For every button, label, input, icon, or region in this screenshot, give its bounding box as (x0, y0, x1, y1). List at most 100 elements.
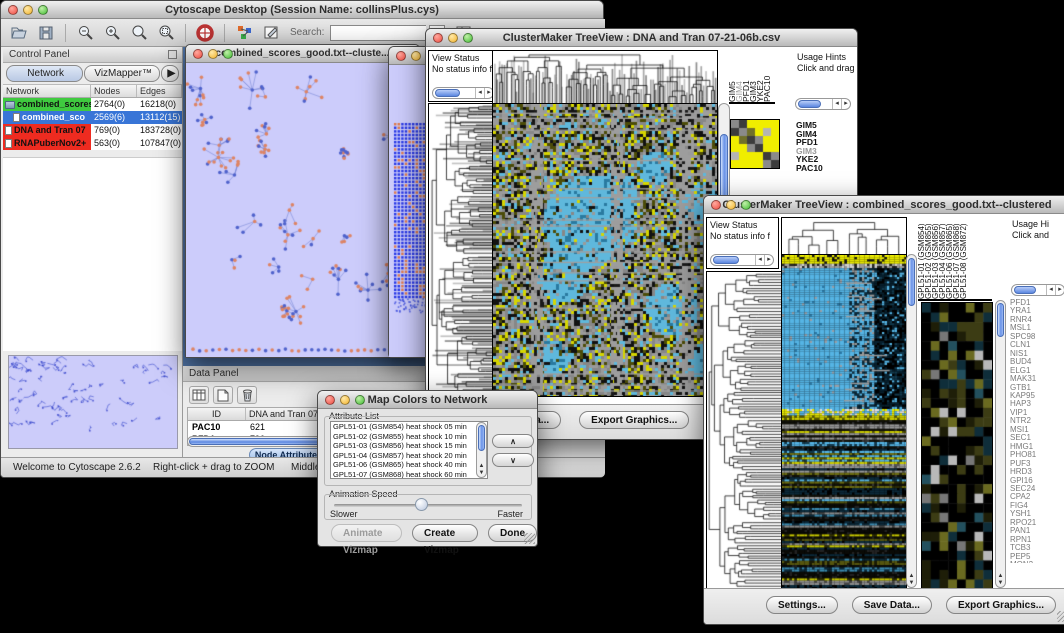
treeview-button[interactable]: Settings... (766, 596, 838, 614)
attribute-list-scrollbar[interactable]: ▲▼ (476, 422, 487, 478)
minimize-button[interactable] (23, 5, 33, 15)
attribute-list-item[interactable]: GPL51-02 (GSM855) heat shock 10 min (333, 432, 487, 442)
treeview-titlebar[interactable]: ClusterMaker TreeView : DNA and Tran 07-… (426, 29, 857, 47)
move-down-button[interactable]: ∨ (492, 453, 534, 467)
control-panel: Control Panel Network VizMapper™ ▶ (3, 47, 183, 459)
dialog-button[interactable]: Animate Vizmap (331, 524, 402, 542)
annotation-icon[interactable] (259, 22, 283, 44)
zoom-fit-icon[interactable] (127, 22, 151, 44)
network-view-window: combined_scores_good.txt--cluste... (185, 44, 420, 358)
gene-label[interactable]: MON2 (1010, 561, 1064, 563)
heatmap-zoom-view[interactable] (921, 302, 993, 590)
column-dendrogram[interactable] (492, 50, 718, 104)
attribute-list[interactable]: GPL51-01 (GSM854) heat shock 05 minGPL51… (330, 421, 488, 479)
network-list-row[interactable]: combined_sco 2569(6) 13112(15) (3, 111, 182, 124)
window-title: Cytoscape Desktop (Session Name: collins… (165, 4, 439, 16)
heatmap-global-view[interactable] (781, 254, 907, 590)
search-input[interactable] (330, 25, 426, 41)
usage-hints-scrollbar[interactable]: ◂▸ (1011, 284, 1064, 296)
treeview-button-bar: Settings... Save Data... Export Graphics..… (704, 588, 1064, 624)
zoom-window-button[interactable] (355, 395, 365, 405)
select-attributes-icon[interactable] (189, 386, 209, 404)
close-button[interactable] (396, 51, 406, 61)
zoom-column-labels: GIM5GIM4PFD1GIM3YKE2PAC10 (729, 50, 775, 104)
control-panel-tab[interactable]: Network (6, 65, 83, 82)
minimize-button[interactable] (208, 49, 218, 59)
column-label[interactable]: PAC10 (764, 50, 771, 102)
minimize-button[interactable] (726, 200, 736, 210)
open-folder-icon[interactable] (7, 22, 31, 44)
animation-speed-slider-thumb[interactable] (415, 498, 428, 511)
move-up-button[interactable]: ∧ (492, 434, 534, 448)
view-status-panel: View StatusNo status info f ◂▸ (428, 50, 498, 102)
network-item-icon (5, 126, 12, 135)
column-dendrogram[interactable] (781, 217, 907, 255)
network-list: Network Nodes Edges combined_scores 2764… (3, 84, 182, 150)
map-colors-dialog: Map Colors to Network Attribute List GPL… (317, 390, 538, 547)
network-list-row[interactable]: RNAPuberNov2+ 563(0) 107847(0) (3, 137, 182, 150)
zoom-window-button[interactable] (741, 200, 751, 210)
attribute-list-item[interactable]: GPL51-03 (GSM856) heat shock 15 min (333, 441, 487, 451)
close-button[interactable] (325, 395, 335, 405)
row-label[interactable]: PAC10 (796, 164, 852, 173)
view-status-scrollbar[interactable]: ◂▸ (710, 254, 774, 266)
close-button[interactable] (433, 33, 443, 43)
network-list-row[interactable]: combined_scores 2764(0) 16218(0) (3, 98, 182, 111)
zoom-window-button[interactable] (223, 49, 233, 59)
float-panel-icon[interactable] (168, 50, 177, 59)
heatmap-global-view[interactable] (492, 103, 718, 397)
close-button[interactable] (8, 5, 18, 15)
treeview-button[interactable]: Save Data... (852, 596, 932, 614)
zoom-out-icon[interactable] (73, 22, 97, 44)
save-icon[interactable] (34, 22, 58, 44)
treeview-titlebar[interactable]: ClusterMaker TreeView : combined_scores_… (704, 196, 1064, 214)
zoom-window-button[interactable] (38, 5, 48, 15)
gene-list-vscrollbar[interactable]: ▲▼ (995, 300, 1006, 588)
attribute-list-item[interactable]: GPL51-01 (GSM854) heat shock 05 min (333, 422, 487, 432)
network-graph-canvas[interactable] (186, 63, 419, 357)
treeview-button[interactable]: Export Graphics... (946, 596, 1056, 614)
attribute-list-item[interactable]: GPL51-06 (GSM865) heat shock 40 min (333, 460, 487, 470)
heatmap-zoom-view[interactable] (730, 119, 780, 169)
network-list-row[interactable]: DNA and Tran 07 769(0) 183728(0) (3, 124, 182, 137)
zoom-selected-icon[interactable] (154, 22, 178, 44)
dialog-titlebar[interactable]: Map Colors to Network (318, 391, 537, 409)
window-title: ClusterMaker TreeView : DNA and Tran 07-… (503, 32, 781, 44)
network-view-titlebar[interactable]: combined_scores_good.txt--cluste... (186, 45, 419, 63)
column-label[interactable]: GPL51-08 (GSM872) (960, 217, 967, 299)
desktop: Cytoscape Desktop (Session Name: collins… (0, 0, 1064, 633)
row-dendrogram[interactable] (428, 103, 493, 397)
usage-hints-scrollbar[interactable]: ◂▸ (795, 98, 851, 110)
control-panel-tabs: Network VizMapper™ ▶ (3, 63, 182, 82)
control-panel-tab[interactable]: ▶ (161, 65, 179, 82)
resize-grip[interactable] (524, 533, 535, 544)
minimize-button[interactable] (411, 51, 421, 61)
attribute-list-item[interactable]: GPL51-07 (GSM868) heat shock 60 min (333, 470, 487, 479)
new-attribute-icon[interactable] (213, 386, 233, 404)
view-status-scrollbar[interactable]: ◂▸ (432, 87, 494, 99)
row-dendrogram[interactable] (706, 271, 782, 590)
close-button[interactable] (193, 49, 203, 59)
control-panel-header: Control Panel (3, 47, 182, 63)
create-network-icon[interactable] (232, 22, 256, 44)
cytoscape-titlebar[interactable]: Cytoscape Desktop (Session Name: collins… (1, 1, 603, 19)
usage-hints-panel: Usage HiClick and (1009, 217, 1064, 265)
zoom-row-labels: GIM5GIM4PFD1GIM3YKE2PAC10 (796, 121, 852, 173)
slower-label: Slower (330, 509, 358, 519)
zoom-in-icon[interactable] (100, 22, 124, 44)
heatmap-vscrollbar[interactable]: ▲▼ (906, 254, 917, 588)
animation-speed-slider[interactable] (334, 504, 522, 507)
attribute-list-item[interactable]: GPL51-04 (GSM857) heat shock 20 min (333, 451, 487, 461)
minimize-button[interactable] (448, 33, 458, 43)
window-title: ClusterMaker TreeView : combined_scores_… (722, 199, 1051, 211)
network-overview-thumbnail[interactable] (8, 355, 178, 449)
treeview-button[interactable]: Export Graphics... (579, 411, 689, 429)
dialog-button[interactable]: Create Vizmap (412, 524, 478, 542)
close-button[interactable] (711, 200, 721, 210)
minimize-button[interactable] (340, 395, 350, 405)
help-icon[interactable] (193, 22, 217, 44)
zoom-window-button[interactable] (463, 33, 473, 43)
resize-grip[interactable] (1057, 611, 1064, 622)
control-panel-tab[interactable]: VizMapper™ (84, 65, 161, 82)
delete-attribute-icon[interactable] (237, 386, 257, 404)
